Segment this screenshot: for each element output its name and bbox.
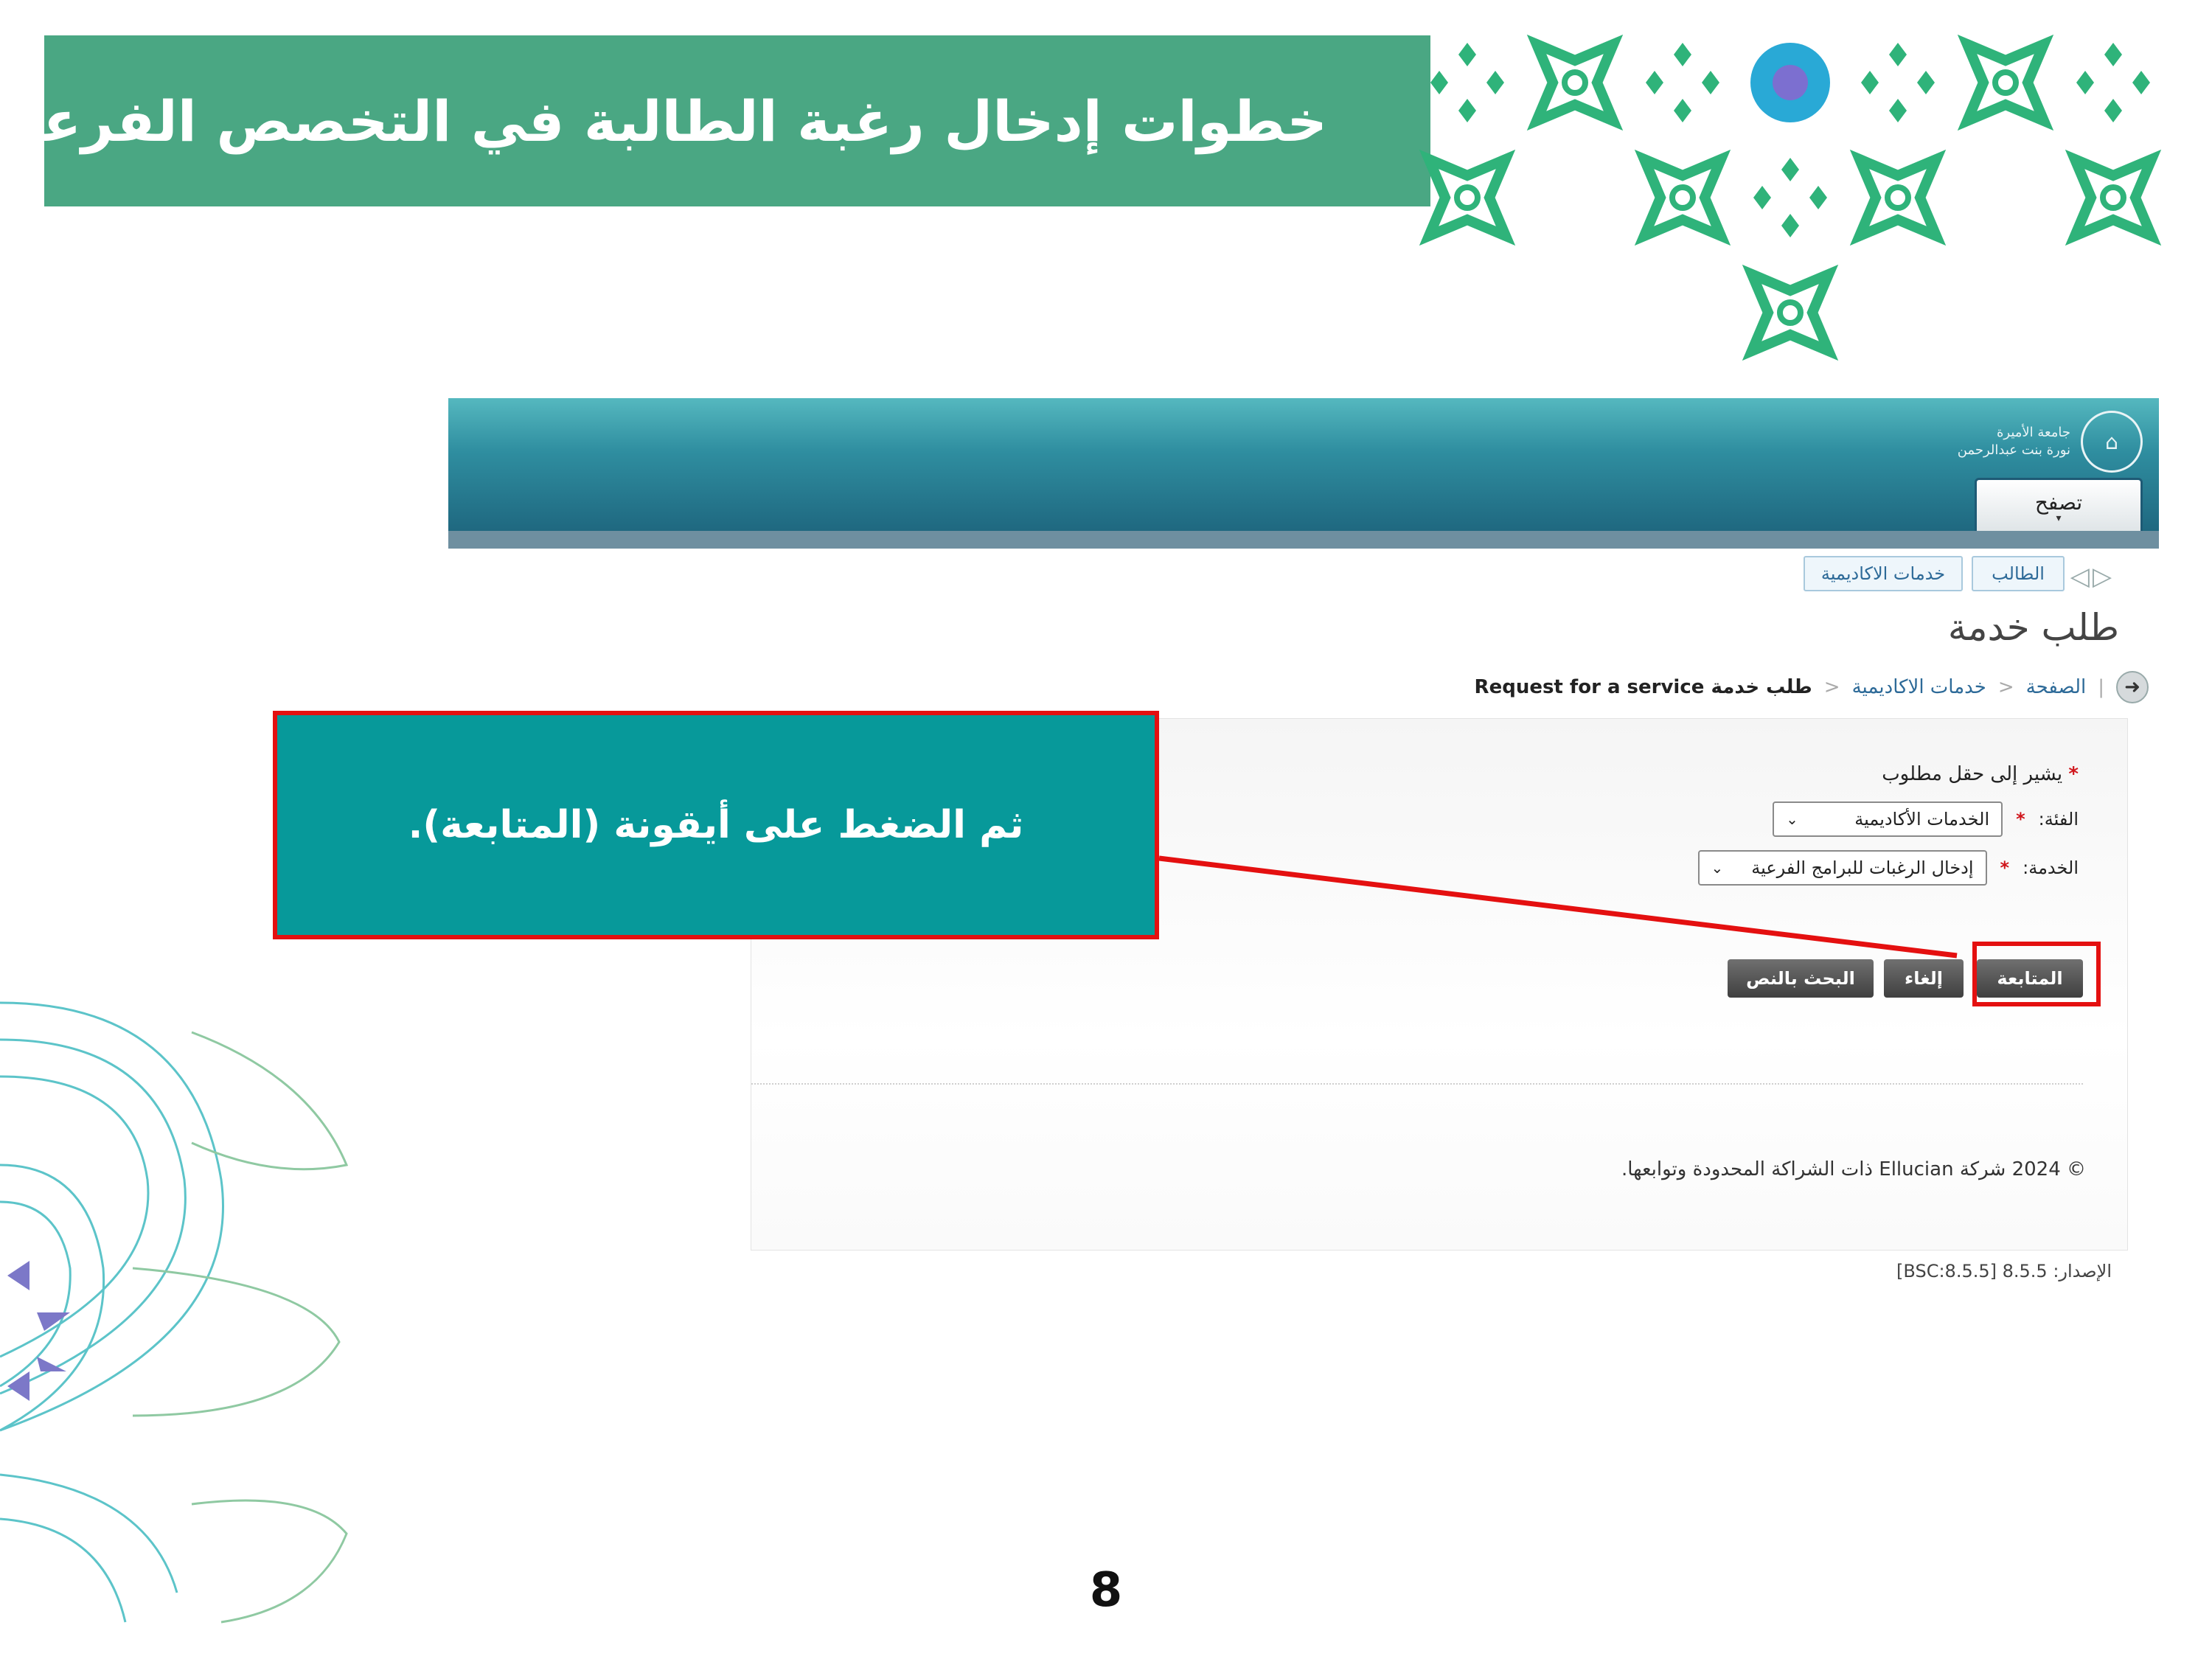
service-label: الخدمة: <box>2023 858 2079 878</box>
service-select[interactable]: إدخال الرغبات للبرامج الفرعية ⌄ <box>1697 850 1987 886</box>
copyright-text: © 2024 شركة Ellucian ذات الشراكة المحدود… <box>1621 1158 2086 1180</box>
required-star-icon: * <box>2016 809 2025 830</box>
callout-text: ثم الضغط على أيقونة (المتابعة). <box>408 803 1024 847</box>
category-value: الخدمات الأكاديمية <box>1854 809 1990 830</box>
required-note: * يشير إلى حقل مطلوب <box>1882 763 2079 785</box>
back-arrow-icon[interactable]: ➜ <box>2116 671 2149 703</box>
breadcrumb-home[interactable]: الصفحة <box>2026 676 2087 698</box>
browse-button-label: تصفح <box>2034 490 2083 515</box>
tab-academic-services[interactable]: خدمات الاكاديمية <box>1804 556 1963 591</box>
tab-nav-arrows[interactable]: ◁▷ <box>2070 562 2115 591</box>
continue-highlight <box>1972 942 2101 1006</box>
required-star-icon: * <box>2068 763 2079 785</box>
text-search-button[interactable]: البحث بالنص <box>1728 959 1874 998</box>
university-logo: ⌂ جامعة الأميرة نورة بنت عبدالرحمن <box>1936 408 2143 475</box>
page-number: 8 <box>1089 1563 1123 1618</box>
cancel-button[interactable]: إلغاء <box>1884 959 1964 998</box>
breadcrumb-section[interactable]: خدمات الاكاديمية <box>1852 676 1986 698</box>
slide-title: خطوات إدخال رغبة الطالبة في التخصص الفرع… <box>0 88 1327 154</box>
breadcrumb: ➜ | الصفحة < خدمات الاكاديمية < طلب خدمة… <box>1411 665 2149 709</box>
instruction-callout: ثم الضغط على أيقونة (المتابعة). <box>273 711 1159 939</box>
required-star-icon: * <box>2000 858 2010 878</box>
chevron-down-icon: ⌄ <box>1711 859 1724 877</box>
service-value: إدخال الرغبات للبرامج الفرعية <box>1751 858 1974 878</box>
page-heading: طلب خدمة <box>1947 606 2119 649</box>
logo-line-2: نورة بنت عبدالرحمن <box>1957 442 2070 458</box>
category-select[interactable]: الخدمات الأكاديمية ⌄ <box>1773 801 2003 837</box>
breadcrumb-current: طلب خدمة Request for a service <box>1474 676 1812 698</box>
category-label: الفئة: <box>2038 809 2079 830</box>
version-text: الإصدار: 8.5.5 [BSC:8.5.5] <box>1896 1261 2112 1281</box>
decorative-pattern <box>1419 34 2162 361</box>
browse-button[interactable]: تصفح ▾ <box>1975 478 2143 537</box>
tab-student[interactable]: الطالب <box>1972 556 2065 591</box>
chevron-down-icon: ▾ <box>2056 512 2062 524</box>
logo-line-1: جامعة الأميرة <box>1996 425 2070 440</box>
category-field: الفئة: * الخدمات الأكاديمية ⌄ <box>1773 801 2079 837</box>
header-stripe <box>448 531 2159 549</box>
chevron-down-icon: ⌄ <box>1786 810 1798 828</box>
decorative-arcs <box>0 1001 349 1624</box>
university-emblem-icon: ⌂ <box>2081 411 2143 473</box>
divider <box>751 1083 2083 1085</box>
app-header: ⌂ جامعة الأميرة نورة بنت عبدالرحمن تصفح … <box>448 398 2159 537</box>
slide-title-bar: خطوات إدخال رغبة الطالبة في التخصص الفرع… <box>0 35 1430 206</box>
service-field: الخدمة: * إدخال الرغبات للبرامج الفرعية … <box>1697 850 2079 886</box>
